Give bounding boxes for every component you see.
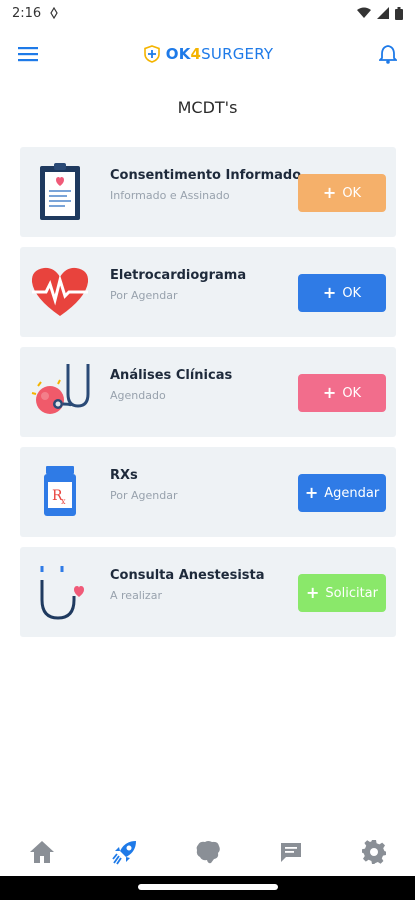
map-icon	[196, 841, 220, 864]
app-logo: OK4SURGERY	[143, 45, 274, 63]
app-header: OK4SURGERY	[0, 36, 415, 72]
card-status: Por Agendar	[110, 489, 178, 502]
card-status: Agendado	[110, 389, 166, 402]
heart-ecg-icon	[31, 267, 89, 316]
menu-icon[interactable]	[18, 46, 38, 62]
plus-icon: +	[304, 483, 319, 502]
card-text: Análises Clínicas Agendado	[110, 368, 232, 402]
card-status: A realizar	[110, 589, 162, 602]
rx-bottle-icon: R x	[44, 466, 76, 516]
card-title: Eletrocardiograma	[110, 268, 247, 283]
card-title: Análises Clínicas	[110, 368, 233, 383]
shield-icon	[143, 45, 160, 63]
page-title: MCDT's	[177, 98, 238, 117]
stethoscope-heart-icon	[40, 566, 84, 620]
button-label: OK	[342, 385, 362, 401]
svg-text:x: x	[61, 497, 66, 506]
plus-icon: +	[305, 583, 320, 602]
nav-chat[interactable]	[271, 834, 311, 870]
stethoscope-icon	[31, 364, 90, 414]
home-indicator[interactable]	[138, 884, 278, 890]
battery-icon	[395, 6, 403, 20]
solicitar-button[interactable]: + Solicitar	[298, 574, 386, 612]
button-label: Agendar	[324, 485, 380, 501]
ok-button[interactable]: + OK	[298, 174, 386, 212]
nav-home[interactable]	[22, 834, 62, 870]
card-text: Eletrocardiograma Por Agendar	[110, 268, 246, 302]
mcdt-card-rxs: R x RXs Por Agendar + Agendar	[20, 447, 396, 537]
mcdt-list: Consentimento Informado Informado e Assi…	[20, 147, 396, 647]
plus-icon: +	[322, 183, 337, 202]
card-title: RXs	[110, 468, 138, 483]
status-bar: 2:16	[0, 0, 415, 26]
mcdt-card-consulta-anestesista: Consulta Anestesista A realizar + Solici…	[20, 547, 396, 637]
card-text: Consulta Anestesista A realizar	[110, 568, 265, 602]
gear-icon	[361, 840, 386, 864]
card-text: RXs Por Agendar	[110, 468, 177, 502]
chat-icon	[280, 843, 301, 862]
plus-icon: +	[322, 383, 337, 402]
button-label: OK	[342, 285, 362, 301]
nav-settings[interactable]	[354, 834, 394, 870]
status-time: 2:16	[12, 5, 42, 21]
card-text: Consentimento Informado Informado e Assi…	[110, 168, 301, 202]
card-status: Informado e Assinado	[110, 189, 230, 202]
mcdt-card-eletrocardiograma: Eletrocardiograma Por Agendar + OK	[20, 247, 396, 337]
clipboard-icon	[40, 163, 80, 220]
bottom-nav	[0, 828, 415, 876]
nav-rocket[interactable]	[105, 834, 145, 870]
logo-ok: OK	[165, 45, 191, 63]
signal-icon	[377, 7, 389, 19]
ok-button[interactable]: + OK	[298, 374, 386, 412]
card-title: Consulta Anestesista	[110, 568, 265, 583]
system-navigation-bar	[0, 876, 415, 900]
mcdt-card-consentimento: Consentimento Informado Informado e Assi…	[20, 147, 396, 237]
agendar-button[interactable]: + Agendar	[298, 474, 386, 512]
button-label: Solicitar	[325, 585, 378, 601]
mcdt-card-analises: Análises Clínicas Agendado + OK	[20, 347, 396, 437]
card-title: Consentimento Informado	[110, 168, 302, 183]
nav-map[interactable]	[188, 834, 228, 870]
notification-icon	[50, 7, 58, 19]
ok-button[interactable]: + OK	[298, 274, 386, 312]
logo-surgery: SURGERY	[201, 45, 274, 63]
plus-icon: +	[322, 283, 337, 302]
wifi-icon	[357, 7, 371, 18]
rocket-icon	[111, 841, 136, 865]
card-status: Por Agendar	[110, 289, 178, 302]
bell-icon[interactable]	[378, 44, 397, 64]
button-label: OK	[342, 185, 362, 201]
home-icon	[29, 841, 54, 863]
logo-four: 4	[190, 45, 202, 63]
